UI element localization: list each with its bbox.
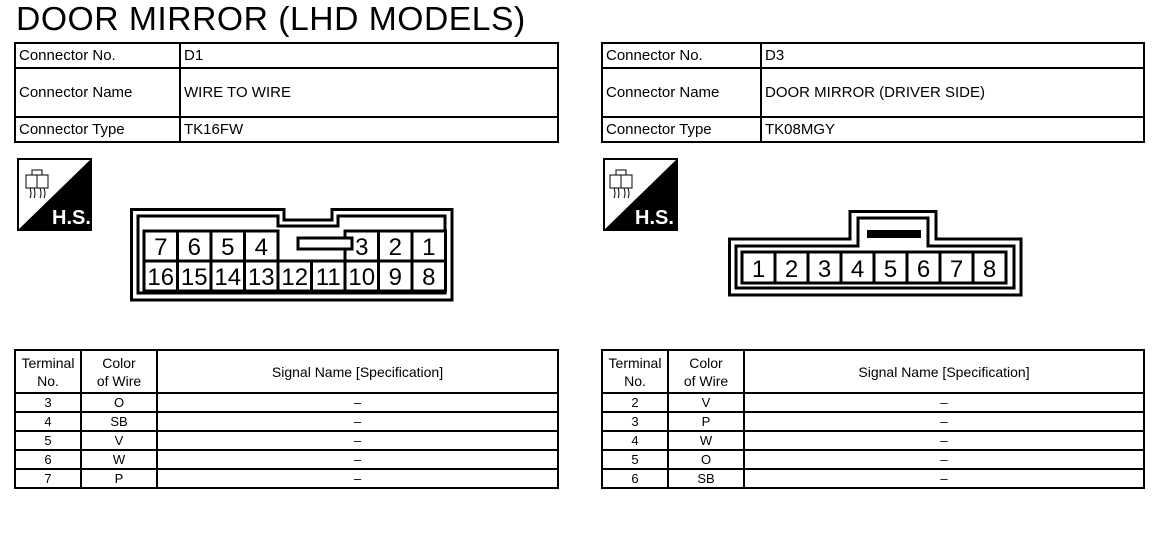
connector-type-value: TK16FW xyxy=(179,116,559,143)
pin-number: 14 xyxy=(214,264,241,291)
connector-name-value: DOOR MIRROR (DRIVER SIDE) xyxy=(760,67,1145,118)
connector-type-label: Connector Type xyxy=(601,116,762,143)
connector-face-d1: 7 6 5 4 3 2 116 15 14 13 12 11 10 9 8 xyxy=(130,208,454,302)
signal-name-header: Signal Name [Specification] xyxy=(743,349,1145,394)
terminal-no-cell: 4 xyxy=(14,411,82,432)
pin-number: 8 xyxy=(983,256,996,283)
wire-color-cell: P xyxy=(667,411,745,432)
pin-number: 1 xyxy=(422,234,435,261)
connector-info-table-d3: Connector No. D3 Connector Name DOOR MIR… xyxy=(601,42,1145,143)
connector-key-slot xyxy=(296,236,354,251)
pin-number: 3 xyxy=(355,234,368,261)
connector-info-table-d1: Connector No. D1 Connector Name WIRE TO … xyxy=(14,42,559,143)
connector-type-value: TK08MGY xyxy=(760,116,1145,143)
pin-number: 4 xyxy=(851,256,864,283)
signal-name-cell: – xyxy=(156,392,559,413)
terminal-row: 2 V – xyxy=(601,392,1145,413)
wire-color-cell: W xyxy=(667,430,745,451)
terminal-row: 3 P – xyxy=(601,411,1145,432)
pin-number: 4 xyxy=(255,234,268,261)
pin-number: 11 xyxy=(316,264,341,291)
pin-number: 5 xyxy=(884,256,897,283)
terminal-row: 6 SB – xyxy=(601,468,1145,489)
terminal-no-header: Terminal No. xyxy=(601,349,669,394)
connector-key-bar xyxy=(867,230,921,238)
pin-number: 2 xyxy=(785,256,798,283)
pin-number: 2 xyxy=(389,234,402,261)
pin-number: 12 xyxy=(281,264,308,291)
wire-color-cell: SB xyxy=(667,468,745,489)
wire-color-cell: O xyxy=(80,392,158,413)
pin-number: 7 xyxy=(154,234,167,261)
terminal-table-d3: Terminal No. Color of Wire Signal Name [Sp… xyxy=(601,349,1145,489)
signal-name-cell: – xyxy=(743,468,1145,489)
terminal-row: 4 W – xyxy=(601,430,1145,451)
harness-side-icon: H.S. xyxy=(17,158,92,231)
wire-color-cell: SB xyxy=(80,411,158,432)
pin-number: 9 xyxy=(389,264,402,291)
terminal-row: 4 SB – xyxy=(14,411,559,432)
pin-number: 3 xyxy=(818,256,831,283)
signal-name-cell: – xyxy=(743,430,1145,451)
signal-name-cell: – xyxy=(743,411,1145,432)
terminal-no-header: Terminal No. xyxy=(14,349,82,394)
wire-color-cell: V xyxy=(80,430,158,451)
terminal-row: 5 V – xyxy=(14,430,559,451)
pin-number: 15 xyxy=(181,264,208,291)
terminal-row: 7 P – xyxy=(14,468,559,489)
hs-badge-text: H.S. xyxy=(635,207,674,229)
terminal-table-d1: Terminal No. Color of Wire Signal Name [Sp… xyxy=(14,349,559,489)
connector-name-value: WIRE TO WIRE xyxy=(179,67,559,118)
terminal-no-cell: 3 xyxy=(601,411,669,432)
signal-name-cell: – xyxy=(743,392,1145,413)
pin-number: 6 xyxy=(188,234,201,261)
wire-color-cell: O xyxy=(667,449,745,470)
connector-name-label: Connector Name xyxy=(14,67,181,118)
signal-name-cell: – xyxy=(156,449,559,470)
terminal-no-cell: 5 xyxy=(601,449,669,470)
pin-number: 10 xyxy=(348,264,375,291)
wire-color-cell: W xyxy=(80,449,158,470)
wire-color-cell: P xyxy=(80,468,158,489)
pin-number: 8 xyxy=(422,264,435,291)
terminal-no-cell: 6 xyxy=(601,468,669,489)
connector-type-label: Connector Type xyxy=(14,116,181,143)
pin-number: 13 xyxy=(248,264,275,291)
pin-number: 6 xyxy=(917,256,930,283)
terminal-no-cell: 4 xyxy=(601,430,669,451)
hs-badge-text: H.S. xyxy=(52,207,91,229)
connector-name-label: Connector Name xyxy=(601,67,762,118)
harness-side-icon: H.S. xyxy=(603,158,678,231)
connector-no-value: D1 xyxy=(179,42,559,69)
signal-name-cell: – xyxy=(743,449,1145,470)
terminal-row: 5 O – xyxy=(601,449,1145,470)
pin-number: 7 xyxy=(950,256,963,283)
connector-no-label: Connector No. xyxy=(14,42,181,69)
terminal-no-cell: 3 xyxy=(14,392,82,413)
terminal-row: 3 O – xyxy=(14,392,559,413)
pin-number: 1 xyxy=(752,256,765,283)
page-title: DOOR MIRROR (LHD MODELS) xyxy=(16,0,526,37)
connector-no-value: D3 xyxy=(760,42,1145,69)
wire-color-header: Color of Wire xyxy=(80,349,158,394)
terminal-row: 6 W – xyxy=(14,449,559,470)
terminal-no-cell: 2 xyxy=(601,392,669,413)
pin-number: 5 xyxy=(221,234,234,261)
wire-color-cell: V xyxy=(667,392,745,413)
connector-face-d3: 12345678 xyxy=(728,210,1023,297)
terminal-no-cell: 7 xyxy=(14,468,82,489)
wire-color-header: Color of Wire xyxy=(667,349,745,394)
signal-name-header: Signal Name [Specification] xyxy=(156,349,559,394)
signal-name-cell: – xyxy=(156,411,559,432)
connector-no-label: Connector No. xyxy=(601,42,762,69)
pin-number: 16 xyxy=(147,264,174,291)
terminal-no-cell: 5 xyxy=(14,430,82,451)
signal-name-cell: – xyxy=(156,468,559,489)
signal-name-cell: – xyxy=(156,430,559,451)
terminal-no-cell: 6 xyxy=(14,449,82,470)
